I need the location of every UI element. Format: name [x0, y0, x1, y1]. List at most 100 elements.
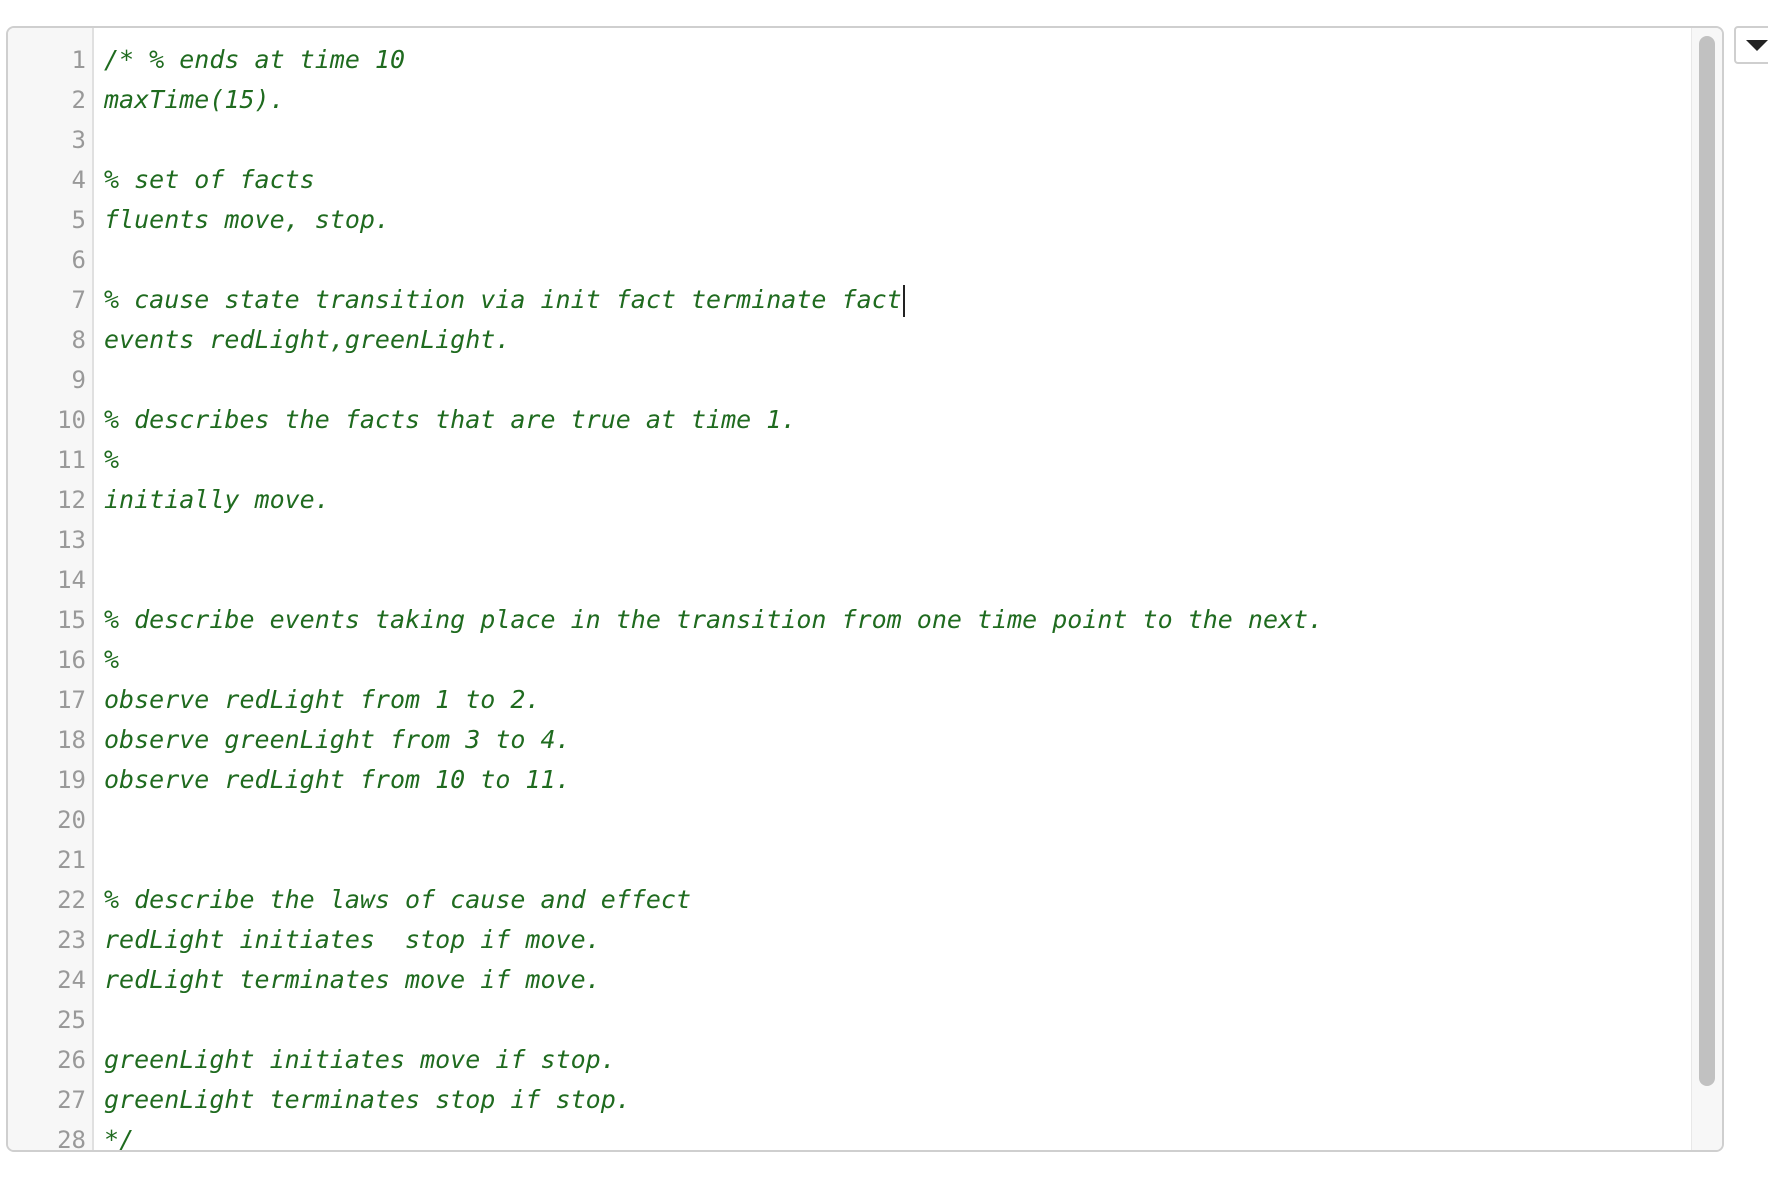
code-text-content: %	[104, 445, 120, 474]
code-text-content: % describe the laws of cause and effect	[104, 885, 691, 914]
line-number: 25	[57, 1006, 86, 1034]
line-number: 9	[71, 366, 86, 394]
line-number: 11	[57, 446, 86, 474]
line-number: 3	[71, 126, 86, 154]
code-text-content: initially move.	[104, 485, 330, 514]
chevron-down-icon	[1746, 40, 1768, 51]
line-number: 7	[71, 286, 86, 314]
code-line[interactable]: 15 % describe events taking place in the …	[8, 600, 1698, 640]
code-line[interactable]: 23 redLight initiates stop if move.	[8, 920, 1698, 960]
code-line[interactable]: 13	[8, 520, 1698, 560]
line-number: 14	[57, 566, 86, 594]
code-text-content: maxTime(15).	[104, 85, 285, 114]
code-text[interactable]: % cause state transition via init fact t…	[104, 280, 905, 320]
code-line[interactable]: 4 % set of facts	[8, 160, 1698, 200]
code-line[interactable]: 18 observe greenLight from 3 to 4.	[8, 720, 1698, 760]
code-text[interactable]: redLight initiates stop if move.	[104, 920, 601, 960]
vertical-scrollbar[interactable]	[1691, 28, 1722, 1150]
code-text-content: % describes the facts that are true at t…	[104, 405, 797, 434]
code-line[interactable]: 25	[8, 1000, 1698, 1040]
line-number: 23	[57, 926, 86, 954]
code-text-content: observe redLight from 10 to 11.	[104, 765, 571, 794]
code-line[interactable]: 28 */	[8, 1120, 1698, 1152]
code-text[interactable]: events redLight,greenLight.	[104, 320, 510, 360]
code-editor[interactable]: 1 /* % ends at time 10 2 maxTime(15). 3 4 % se…	[6, 26, 1724, 1152]
line-number: 22	[57, 886, 86, 914]
code-text[interactable]: maxTime(15).	[104, 80, 285, 120]
code-text[interactable]: observe redLight from 1 to 2.	[104, 680, 541, 720]
code-text[interactable]: % describe events taking place in the tr…	[104, 600, 1323, 640]
line-number: 20	[57, 806, 86, 834]
code-text[interactable]: greenLight initiates move if stop.	[104, 1040, 616, 1080]
code-line[interactable]: 17 observe redLight from 1 to 2.	[8, 680, 1698, 720]
line-number: 4	[71, 166, 86, 194]
text-cursor	[902, 285, 905, 317]
line-number: 18	[57, 726, 86, 754]
code-line[interactable]: 24 redLight terminates move if move.	[8, 960, 1698, 1000]
line-number: 19	[57, 766, 86, 794]
code-text[interactable]: initially move.	[104, 480, 330, 520]
code-text-content: observe greenLight from 3 to 4.	[104, 725, 571, 754]
code-text-content: */	[104, 1125, 135, 1152]
code-text-content: %	[104, 645, 120, 674]
code-text[interactable]: redLight terminates move if move.	[104, 960, 601, 1000]
line-number: 26	[57, 1046, 86, 1074]
code-line[interactable]: 12 initially move.	[8, 480, 1698, 520]
code-text-content: redLight terminates move if move.	[104, 965, 601, 994]
code-text[interactable]: % describes the facts that are true at t…	[104, 400, 796, 440]
scrollbar-thumb[interactable]	[1699, 36, 1715, 1086]
code-line[interactable]: 8 events redLight,greenLight.	[8, 320, 1698, 360]
code-line[interactable]: 7 % cause state transition via init fact …	[8, 280, 1698, 320]
code-line[interactable]: 10 % describes the facts that are true at…	[8, 400, 1698, 440]
line-number: 16	[57, 646, 86, 674]
line-number: 2	[71, 86, 86, 114]
code-line[interactable]: 20	[8, 800, 1698, 840]
code-text-content: fluents move, stop.	[104, 205, 390, 234]
line-number: 21	[57, 846, 86, 874]
line-number: 6	[71, 246, 86, 274]
code-text-content: % describe events taking place in the tr…	[104, 605, 1324, 634]
code-line[interactable]: 21	[8, 840, 1698, 880]
code-text[interactable]: greenLight terminates stop if stop.	[104, 1080, 631, 1120]
code-line[interactable]: 9	[8, 360, 1698, 400]
code-line[interactable]: 11%	[8, 440, 1698, 480]
code-text-content: observe redLight from 1 to 2.	[104, 685, 541, 714]
code-text[interactable]: observe greenLight from 3 to 4.	[104, 720, 571, 760]
line-number: 13	[57, 526, 86, 554]
line-number: 12	[57, 486, 86, 514]
dropdown-toggle-button[interactable]	[1734, 26, 1768, 64]
code-text[interactable]: %	[104, 440, 119, 480]
line-number: 24	[57, 966, 86, 994]
line-number: 10	[57, 406, 86, 434]
code-text[interactable]: % set of facts	[104, 160, 315, 200]
line-number: 8	[71, 326, 86, 354]
code-text-content: % cause state transition via init fact t…	[104, 285, 902, 314]
code-line[interactable]: 1 /* % ends at time 10	[8, 40, 1698, 80]
code-text-content: redLight initiates stop if move.	[104, 925, 601, 954]
code-text-content: events redLight,greenLight.	[104, 325, 511, 354]
code-text[interactable]: /* % ends at time 10	[104, 40, 405, 80]
line-number: 27	[57, 1086, 86, 1114]
code-line[interactable]: 6	[8, 240, 1698, 280]
code-line[interactable]: 27 greenLight terminates stop if stop.	[8, 1080, 1698, 1120]
line-number: 5	[71, 206, 86, 234]
code-line[interactable]: 14	[8, 560, 1698, 600]
code-text[interactable]: %	[104, 640, 119, 680]
code-lines[interactable]: 1 /* % ends at time 10 2 maxTime(15). 3 4 % se…	[8, 40, 1698, 1152]
code-line[interactable]: 26 greenLight initiates move if stop.	[8, 1040, 1698, 1080]
code-line[interactable]: 2 maxTime(15).	[8, 80, 1698, 120]
line-number: 28	[57, 1126, 86, 1152]
line-number: 1	[71, 46, 86, 74]
code-line[interactable]: 5 fluents move, stop.	[8, 200, 1698, 240]
code-line[interactable]: 19 observe redLight from 10 to 11.	[8, 760, 1698, 800]
code-text[interactable]: observe redLight from 10 to 11.	[104, 760, 571, 800]
code-text[interactable]: % describe the laws of cause and effect	[104, 880, 691, 920]
code-text-content: greenLight terminates stop if stop.	[104, 1085, 631, 1114]
code-text[interactable]: fluents move, stop.	[104, 200, 390, 240]
code-line[interactable]: 22 % describe the laws of cause and effec…	[8, 880, 1698, 920]
code-text-content: % set of facts	[104, 165, 315, 194]
code-text[interactable]: */	[104, 1120, 135, 1152]
code-text-content: /* % ends at time 10	[104, 45, 406, 74]
code-line[interactable]: 16%	[8, 640, 1698, 680]
code-line[interactable]: 3	[8, 120, 1698, 160]
